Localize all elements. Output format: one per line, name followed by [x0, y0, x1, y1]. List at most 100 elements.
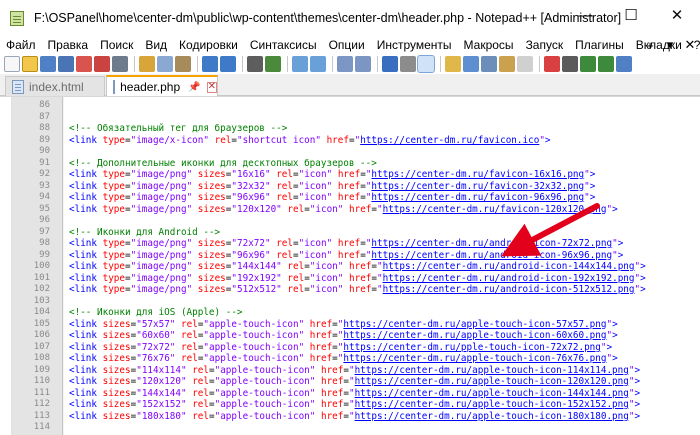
line-number: 108: [33, 353, 50, 363]
window-title: F:\OSPanel\home\center-dm\public\wp-cont…: [34, 11, 622, 25]
line-number: 91: [39, 157, 50, 168]
code-text: <link sizes="57x57" rel="apple-touch-ico…: [69, 318, 618, 330]
code-text: <link sizes="76x76" rel="apple-touch-ico…: [69, 353, 618, 364]
close-document-button[interactable]: ✕: [680, 37, 700, 53]
line-number: 114: [33, 422, 50, 432]
show-all-characters-icon[interactable]: [400, 56, 416, 72]
line-number: 100: [33, 261, 50, 271]
notepadpp-app-icon: [9, 9, 27, 27]
code-line: 102 <link type="image/png" sizes="512x512…: [0, 284, 700, 296]
code-text: <link sizes="114x114" rel="apple-touch-i…: [69, 364, 641, 376]
line-number: 106: [33, 330, 50, 340]
menu-settings[interactable]: Опции: [329, 38, 365, 52]
menu-edit[interactable]: Правка: [48, 38, 89, 52]
maximize-button[interactable]: ☐: [608, 0, 654, 30]
close-window-button[interactable]: ✕: [654, 0, 700, 30]
pin-icon[interactable]: 📌: [188, 82, 200, 93]
user-defined-language-icon[interactable]: [445, 56, 461, 72]
tab-index-html[interactable]: index.html: [5, 76, 105, 96]
indent-guide-icon[interactable]: [417, 55, 435, 73]
menu-run[interactable]: Запуск: [526, 38, 564, 52]
document-tab-bar: index.html header.php 📌 ✕: [0, 74, 700, 97]
menu-tools[interactable]: Инструменты: [377, 38, 452, 52]
code-line: 90: [0, 146, 700, 158]
new-tab-plus-button[interactable]: +: [640, 38, 660, 53]
copy-icon[interactable]: [157, 56, 173, 72]
line-number: 105: [33, 318, 50, 329]
code-line: 114: [0, 422, 700, 434]
code-text: <link sizes="152x152" rel="apple-touch-i…: [69, 399, 641, 410]
code-text: <link sizes="72x72" rel="apple-touch-ico…: [69, 341, 613, 353]
code-line: 113 <link sizes="180x180" rel="apple-touc…: [0, 411, 700, 423]
menu-plugins[interactable]: Плагины: [575, 38, 624, 52]
document-map-icon[interactable]: [463, 56, 479, 72]
folder-as-workspace-icon[interactable]: [499, 56, 515, 72]
code-line: 100 <link type="image/png" sizes="144x144…: [0, 261, 700, 273]
close-file-icon[interactable]: [76, 56, 92, 72]
menu-file[interactable]: Файл: [6, 38, 36, 52]
line-number: 86: [39, 100, 50, 110]
line-number: 111: [33, 387, 50, 398]
line-number: 92: [39, 169, 50, 179]
code-text: <link type="image/png" sizes="16x16" rel…: [69, 169, 596, 180]
print-icon[interactable]: [112, 56, 128, 72]
menu-search[interactable]: Поиск: [100, 38, 133, 52]
save-all-icon[interactable]: [58, 56, 74, 72]
toolbar-separator: [539, 56, 540, 72]
zoom-in-icon[interactable]: [292, 56, 308, 72]
code-text: <link type="image/png" sizes="32x32" rel…: [69, 180, 596, 192]
save-icon[interactable]: [40, 56, 56, 72]
open-file-icon[interactable]: [22, 56, 38, 72]
menu-encoding[interactable]: Кодировки: [179, 38, 238, 52]
save-macro-icon[interactable]: [616, 56, 632, 72]
minimize-button[interactable]: —: [562, 0, 608, 30]
menu-bar: Файл Правка Поиск Вид Кодировки Синтакси…: [0, 36, 700, 54]
replace-icon[interactable]: [265, 56, 281, 72]
playback-macro-icon[interactable]: [580, 56, 596, 72]
close-all-icon[interactable]: [94, 56, 110, 72]
word-wrap-icon[interactable]: [382, 56, 398, 72]
undo-icon[interactable]: [202, 56, 218, 72]
toolbar: [0, 54, 700, 74]
line-number: 96: [39, 215, 50, 225]
line-number: 104: [33, 307, 50, 317]
menu-macro[interactable]: Макросы: [464, 38, 514, 52]
new-file-icon[interactable]: [4, 56, 20, 72]
code-line: 107 <link sizes="72x72" rel="apple-touch-…: [0, 342, 700, 354]
code-line: 88 <!-- Обязательный тег для браузеров --…: [0, 123, 700, 135]
code-line: 104 <!-- Иконки для iOS (Apple) -->: [0, 307, 700, 319]
code-line: 93 <link type="image/png" sizes="32x32" r…: [0, 181, 700, 193]
find-icon[interactable]: [247, 56, 263, 72]
code-line: 89 <link type="image/x-icon" rel="shortcu…: [0, 135, 700, 147]
sync-horizontal-icon[interactable]: [355, 56, 371, 72]
stop-recording-icon[interactable]: [562, 56, 578, 72]
line-number: 113: [33, 410, 50, 421]
line-number: 87: [39, 111, 50, 122]
zoom-out-icon[interactable]: [310, 56, 326, 72]
menu-view[interactable]: Вид: [145, 38, 167, 52]
code-text: <link type="image/x-icon" rel="shortcut …: [69, 134, 551, 146]
code-text: <!-- Иконки для iOS (Apple) -->: [69, 307, 243, 318]
annotation-arrow: [501, 203, 600, 257]
function-list-icon[interactable]: [481, 56, 497, 72]
paste-icon[interactable]: [175, 56, 191, 72]
menu-language[interactable]: Синтаксисы: [250, 38, 317, 52]
monitoring-icon[interactable]: [517, 56, 533, 72]
close-tab-icon[interactable]: ✕: [206, 81, 217, 93]
code-line: 109 <link sizes="114x114" rel="apple-touc…: [0, 365, 700, 377]
cut-icon[interactable]: [139, 56, 155, 72]
code-editor[interactable]: 86 87 88 <!-- Обязательный тег для браузеро…: [0, 96, 700, 435]
document-icon: [12, 79, 24, 94]
code-line: 87: [0, 112, 700, 124]
toolbar-separator: [440, 56, 441, 72]
code-line: 106 <link sizes="60x60" rel="apple-touch-…: [0, 330, 700, 342]
record-macro-icon[interactable]: [544, 56, 560, 72]
run-macro-multiple-icon[interactable]: [598, 56, 614, 72]
tab-list-dropdown-button[interactable]: ▾: [660, 37, 680, 53]
redo-icon[interactable]: [220, 56, 236, 72]
toolbar-separator: [287, 56, 288, 72]
sync-vertical-icon[interactable]: [337, 56, 353, 72]
line-number: 101: [33, 272, 50, 283]
tab-header-php[interactable]: header.php 📌 ✕: [106, 75, 218, 97]
line-number: 97: [39, 226, 50, 237]
